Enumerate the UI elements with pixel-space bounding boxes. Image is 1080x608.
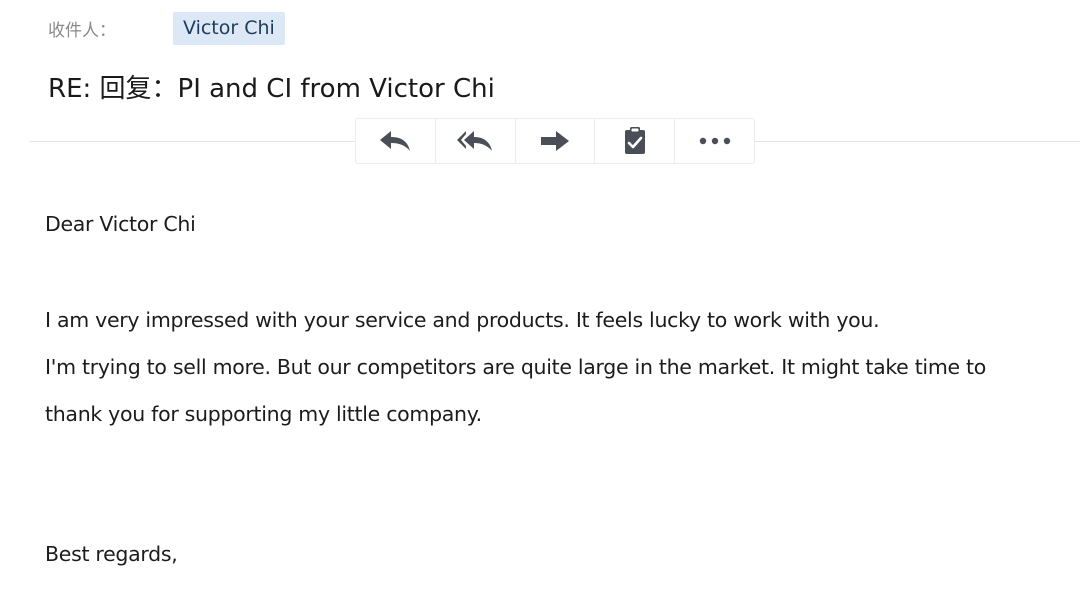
message-greeting: Dear Victor Chi [45, 212, 196, 236]
message-line: I'm trying to sell more. But our competi… [45, 355, 987, 379]
more-icon [698, 136, 732, 146]
reply-all-button[interactable] [436, 119, 516, 163]
recipient-label: 收件人： [48, 20, 116, 41]
reply-all-icon [456, 128, 494, 154]
forward-button[interactable] [516, 119, 596, 163]
clipboard-button[interactable] [595, 119, 676, 163]
recipient-chip[interactable]: Victor Chi [173, 11, 285, 45]
more-button[interactable] [675, 119, 754, 163]
message-line: thank you for supporting my little compa… [45, 402, 482, 426]
message-toolbar [355, 118, 755, 164]
reply-button[interactable] [356, 119, 436, 163]
email-subject: RE: 回复：PI and CI from Victor Chi [48, 74, 495, 104]
recipient-row: 收件人： Victor Chi [48, 10, 285, 46]
message-closing: Best regards, [45, 542, 178, 566]
reply-icon [378, 128, 412, 154]
forward-icon [539, 128, 571, 154]
message-line: I am very impressed with your service an… [45, 308, 880, 332]
clipboard-icon [622, 126, 648, 156]
